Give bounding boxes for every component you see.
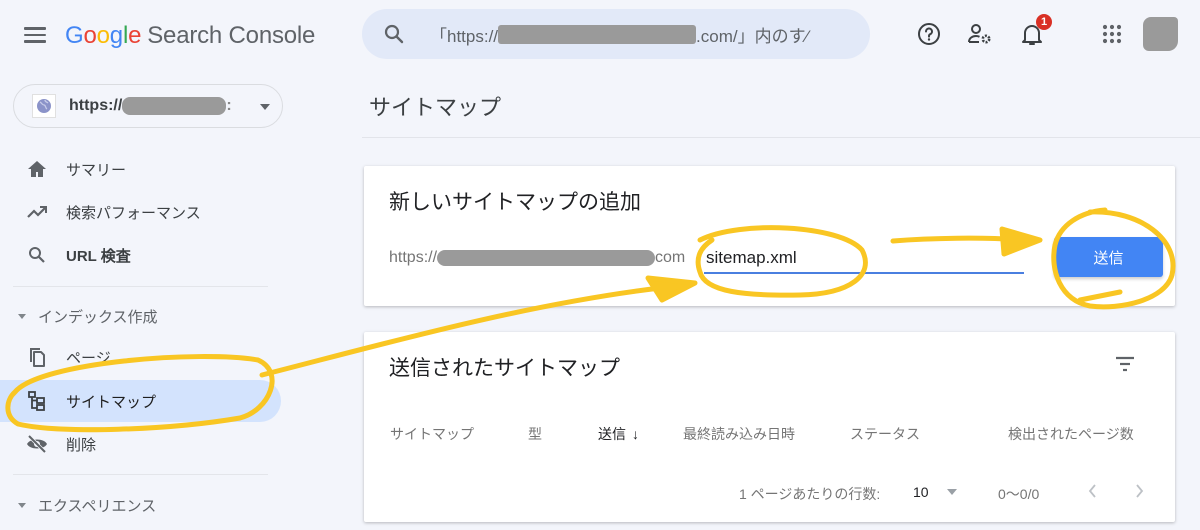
add-sitemap-card: 新しいサイトマップの追加 https:// com 送信 [364, 166, 1175, 306]
app-header: Google Search Console 「https:// .com/」内のす… [0, 0, 1200, 72]
logo-letter: G [65, 22, 84, 49]
column-header-sitemap[interactable]: サイトマップ [390, 424, 474, 444]
logo-letter: o [83, 22, 97, 49]
filter-icon[interactable] [1114, 354, 1136, 374]
sidebar-item-url-inspection[interactable]: URL 検査 [0, 234, 281, 276]
sidebar-item-removals[interactable]: 削除 [0, 423, 281, 465]
pagination-range: 0〜0/0 [998, 486, 1040, 502]
caret-down-icon [18, 503, 26, 508]
column-header-status[interactable]: ステータス [850, 424, 920, 444]
sidebar-divider [13, 286, 268, 287]
notifications-button[interactable]: 1 [1018, 14, 1052, 48]
logo-letter: e [128, 22, 142, 49]
sidebar-item-sitemaps[interactable]: サイトマップ [0, 380, 281, 422]
sidebar-divider [13, 474, 268, 475]
rows-per-page-label: 1 ページあたりの行数: [739, 486, 881, 502]
sidebar-item-label: URL 検査 [66, 247, 131, 265]
help-icon [918, 23, 940, 45]
sidebar-item-performance[interactable]: 検索パフォーマンス [0, 191, 281, 233]
search-placeholder-prefix: 「https:// [430, 26, 499, 46]
globe-icon [32, 94, 56, 118]
chevron-left-icon[interactable] [1086, 482, 1100, 500]
manage-users-button[interactable] [966, 20, 994, 48]
sitemap-url-input[interactable] [704, 243, 1024, 274]
submit-button[interactable]: 送信 [1054, 237, 1163, 277]
avatar[interactable] [1143, 17, 1178, 51]
sidebar-item-label: ページ [66, 349, 111, 367]
sidebar-item-pages[interactable]: ページ [0, 336, 281, 378]
visibility-off-icon [26, 433, 48, 455]
search-placeholder: 「https:// .com/」内のす⁄ [430, 22, 808, 47]
sidebar-item-label: 検索パフォーマンス [66, 204, 201, 222]
sidebar-section-label: インデックス作成 [38, 309, 158, 326]
column-header-type[interactable]: 型 [528, 424, 542, 444]
apps-icon [1102, 24, 1122, 44]
logo[interactable]: Google Search Console [65, 22, 315, 50]
help-button[interactable] [915, 20, 943, 48]
logo-letter: g [109, 22, 123, 49]
chevron-right-icon[interactable] [1132, 482, 1146, 500]
header-divider [362, 137, 1200, 138]
card-title: 新しいサイトマップの追加 [389, 191, 641, 214]
property-url-prefix: https:// [69, 97, 123, 114]
redacted-text [122, 97, 227, 115]
property-selector[interactable]: https:// : [13, 84, 283, 128]
search-icon [384, 24, 404, 44]
column-header-submitted[interactable]: 送信 ↓ [598, 424, 639, 444]
sidebar-item-label: サイトマップ [66, 393, 157, 411]
chevron-down-icon [260, 104, 270, 110]
sitemap-url-prefix: https:// com [389, 249, 685, 267]
sitemap-icon [26, 390, 48, 412]
apps-button[interactable] [1098, 20, 1126, 48]
search-icon [26, 244, 48, 266]
search-placeholder-suffix: .com/」内のす⁄ [696, 26, 809, 46]
property-url-suffix: : [226, 97, 232, 114]
home-icon [26, 158, 48, 180]
manage-users-icon [968, 24, 991, 44]
sidebar-item-label: サマリー [66, 161, 127, 179]
submitted-sitemaps-card: 送信されたサイトマップ サイトマップ 型 送信 ↓ 最終読み込み日時 ステータス … [364, 332, 1175, 522]
caret-down-icon [18, 314, 26, 319]
sidebar-section-experience[interactable]: エクスペリエンス [18, 495, 156, 516]
chevron-down-icon[interactable] [947, 489, 957, 495]
column-header-label: 送信 [598, 426, 626, 442]
logo-letter: o [96, 22, 110, 49]
notification-badge: 1 [1036, 14, 1052, 30]
rows-per-page-select[interactable]: 10 [913, 484, 929, 500]
page-title: サイトマップ [369, 95, 502, 120]
search-input[interactable]: 「https:// .com/」内のす⁄ [362, 9, 870, 59]
trending-up-icon [26, 201, 48, 223]
pages-icon [26, 346, 48, 368]
sidebar-section-indexing[interactable]: インデックス作成 [18, 306, 158, 327]
redacted-text [498, 24, 697, 44]
product-name: Search Console [147, 22, 316, 49]
sidebar-item-summary[interactable]: サマリー [0, 148, 281, 190]
property-url: https:// : [69, 97, 232, 115]
sidebar-section-label: エクスペリエンス [38, 498, 157, 515]
url-suffix-text: com [655, 249, 686, 266]
url-prefix-text: https:// [389, 249, 438, 266]
menu-icon[interactable] [24, 24, 46, 46]
column-header-discovered-pages[interactable]: 検出されたページ数 [1008, 424, 1134, 444]
redacted-text [437, 250, 656, 266]
column-header-last-read[interactable]: 最終読み込み日時 [683, 424, 795, 444]
arrow-down-icon: ↓ [632, 426, 639, 442]
card-title: 送信されたサイトマップ [389, 357, 620, 380]
sidebar-item-label: 削除 [66, 436, 97, 454]
